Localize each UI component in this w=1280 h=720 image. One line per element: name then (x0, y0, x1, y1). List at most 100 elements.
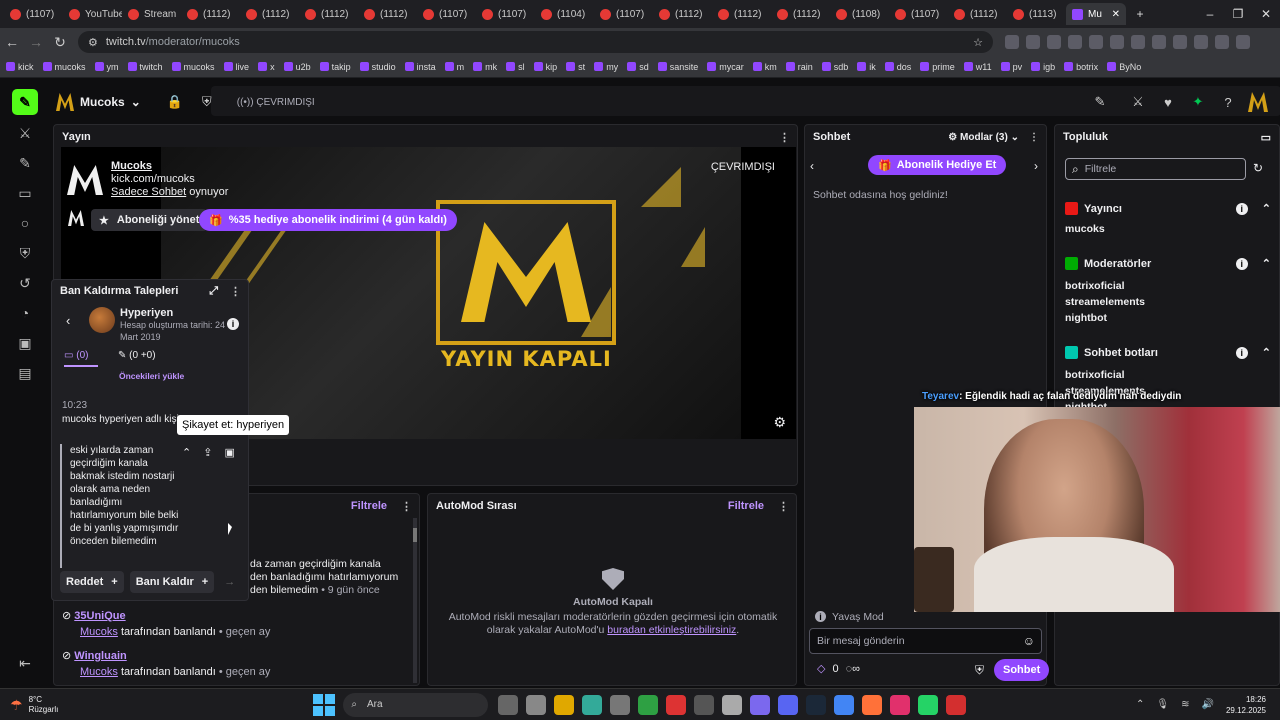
filter-button[interactable]: Filtrele (351, 500, 387, 512)
bookmark-item[interactable]: sl (506, 62, 525, 72)
taskbar-app-icon[interactable] (638, 694, 659, 715)
filter-button[interactable]: Filtrele (728, 500, 764, 513)
extension-icon[interactable] (1005, 35, 1019, 49)
browser-tab[interactable]: (1104) (535, 3, 594, 25)
channel-name-link[interactable]: Mucoks (111, 160, 228, 173)
site-info-icon[interactable]: ⚙ (88, 36, 98, 49)
tab-mod-actions[interactable]: ✎ (0 +0) (118, 350, 156, 367)
more-icon[interactable]: ⋮ (401, 500, 412, 513)
extension-icon[interactable] (1215, 35, 1229, 49)
taskbar-app-icon[interactable] (834, 694, 855, 715)
lock-icon[interactable]: 🔒 (163, 90, 187, 114)
browser-tab[interactable]: Mu ✕ (1066, 3, 1126, 25)
taskbar-app-icon[interactable] (610, 694, 631, 715)
taskbar-app-icon[interactable] (750, 694, 771, 715)
ban-author-link[interactable]: Mucoks (80, 666, 118, 678)
bookmark-item[interactable]: st (566, 62, 585, 72)
volume-icon[interactable]: 🔊 (1202, 699, 1214, 710)
unban-button[interactable]: Banı Kaldır + (129, 571, 215, 593)
taskbar-app-icon[interactable] (498, 694, 519, 715)
avatar[interactable] (89, 307, 115, 333)
extension-icon[interactable] (1068, 35, 1082, 49)
bookmark-item[interactable]: mucoks (42, 62, 86, 72)
report-icon[interactable]: ▣ (224, 446, 234, 459)
sword-icon[interactable]: ⚔ (1126, 90, 1150, 114)
forward-icon[interactable]: → (24, 34, 48, 50)
emote-icon[interactable]: ☺ (1023, 634, 1035, 648)
clock[interactable]: 18:26 29.12.2025 (1226, 694, 1266, 716)
new-tab-button[interactable]: + (1126, 7, 1154, 21)
heart-icon[interactable]: ♥ (1156, 90, 1180, 114)
extension-icon[interactable] (1089, 35, 1103, 49)
extension-icon[interactable] (1194, 35, 1208, 49)
taskbar-app-icon[interactable] (722, 694, 743, 715)
mod-view-logo-icon[interactable]: ✎ (12, 89, 38, 115)
back-chevron-icon[interactable]: ‹ (66, 313, 70, 328)
close-tab-icon[interactable]: ✕ (1112, 9, 1120, 20)
more-icon[interactable]: ⋮ (778, 500, 789, 513)
bookmark-item[interactable]: studio (359, 62, 396, 72)
info-icon[interactable]: i (227, 318, 239, 330)
taskbar-app-icon[interactable] (554, 694, 575, 715)
scrollbar[interactable] (413, 518, 417, 683)
bookmark-item[interactable]: sdb (821, 62, 848, 72)
refresh-icon[interactable]: ↻ (1253, 161, 1263, 175)
gift-promo-button[interactable]: 🎁 %35 hediye abonelik indirimi (4 gün kal… (199, 209, 457, 231)
browser-tab[interactable]: (1108) (830, 3, 889, 25)
browser-tab[interactable]: (1112) (653, 3, 712, 25)
minimize-button[interactable]: – (1196, 7, 1224, 21)
community-user[interactable]: streamelements (1065, 294, 1271, 310)
mic-icon[interactable]: 🎙 (1156, 699, 1169, 710)
taskbar-app-icon[interactable] (526, 694, 547, 715)
bookmark-item[interactable]: m (444, 62, 464, 72)
channel-switcher[interactable]: Mucoks ⌄ (56, 93, 141, 111)
more-icon[interactable]: ⋮ (779, 131, 790, 144)
send-chat-button[interactable]: Sohbet (994, 659, 1050, 681)
reload-icon[interactable]: ↻ (48, 34, 72, 51)
bookmark-item[interactable]: dos (884, 62, 911, 72)
browser-tab[interactable]: (1112) (299, 3, 358, 25)
settings-gear-icon[interactable]: ⚙ (773, 414, 786, 431)
banned-user-link[interactable]: 35UniQue (74, 610, 125, 622)
taskbar-app-icon[interactable] (862, 694, 883, 715)
load-previous-link[interactable]: Öncekileri yükle (119, 371, 184, 381)
next-arrow-icon[interactable]: → (224, 571, 235, 593)
bookmark-item[interactable]: my (594, 62, 618, 72)
sidebar-toggle-icon[interactable]: ▭ (1261, 131, 1271, 144)
expand-icon[interactable]: ⤢ (209, 285, 218, 298)
info-icon[interactable]: i (1235, 346, 1248, 359)
edit-icon[interactable]: ✎ (1088, 90, 1112, 114)
banned-user-link[interactable]: Wingluain (74, 650, 126, 662)
bookmark-item[interactable]: takip (319, 62, 351, 72)
chevron-right-icon[interactable]: › (1034, 159, 1038, 173)
browser-tab[interactable]: (1113) (1007, 3, 1066, 25)
bookmark-item[interactable]: sd (627, 62, 649, 72)
more-icon[interactable]: ⋮ (1029, 132, 1039, 143)
bookmark-star-icon[interactable]: ☆ (973, 36, 983, 49)
bookmark-item[interactable]: ik (857, 62, 876, 72)
browser-tab[interactable]: (1107) (417, 3, 476, 25)
more-icon[interactable]: ⋮ (230, 285, 241, 298)
bookmark-item[interactable]: igb (1031, 62, 1055, 72)
browser-tab[interactable]: (1107) (889, 3, 948, 25)
browser-tab[interactable]: (1112) (181, 3, 240, 25)
extension-icon[interactable] (1047, 35, 1061, 49)
channel-avatar[interactable] (67, 165, 103, 195)
bookmark-item[interactable]: mucoks (171, 62, 215, 72)
collapse-icon[interactable]: ⌃ (1262, 257, 1271, 270)
community-user[interactable]: botrixoficial (1065, 278, 1271, 294)
share-icon[interactable]: ⇪ (203, 446, 212, 459)
info-icon[interactable]: i (1235, 257, 1248, 270)
taskbar-app-icon[interactable] (778, 694, 799, 715)
browser-tab[interactable]: (1107) (594, 3, 653, 25)
browser-tab[interactable]: Stream (122, 3, 181, 25)
bookmark-item[interactable]: kip (533, 62, 557, 72)
bookmark-item[interactable]: x (258, 62, 275, 72)
taskbar-app-icon[interactable] (918, 694, 939, 715)
chevron-left-icon[interactable]: ‹ (810, 159, 814, 173)
bookmark-item[interactable]: twitch (127, 62, 163, 72)
chat-box-icon[interactable]: ▣ (0, 328, 50, 358)
bookmark-item[interactable]: rain (785, 62, 813, 72)
extension-icon[interactable] (1026, 35, 1040, 49)
requester-name[interactable]: Hyperiyen (120, 307, 230, 319)
